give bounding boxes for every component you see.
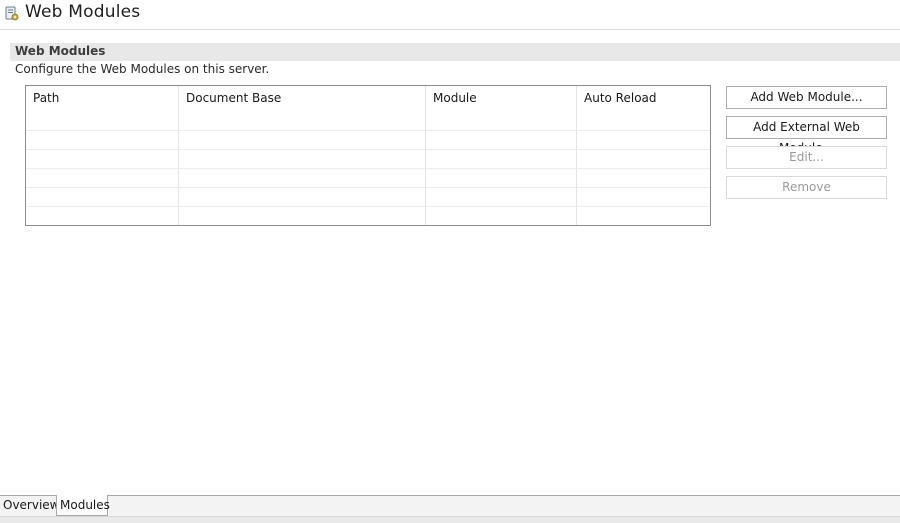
web-modules-editor: Web Modules Web Modules Configure the We…: [0, 0, 900, 523]
column-header-label: Document Base: [186, 91, 282, 105]
column-header-path[interactable]: Path: [26, 86, 179, 130]
table-row: [26, 206, 710, 225]
table-row: [26, 130, 710, 150]
page-title: Web Modules: [25, 2, 141, 22]
tab-modules[interactable]: Modules: [56, 495, 110, 516]
table-header: Path Document Base Module Auto Reload: [26, 86, 710, 130]
section-header: Web Modules: [10, 43, 900, 61]
column-header-label: Path: [33, 91, 60, 105]
section-title: Web Modules: [15, 44, 106, 58]
editor-header: Web Modules: [0, 0, 900, 30]
section-description: Configure the Web Modules on this server…: [15, 62, 270, 76]
editor-tab-bar: Overview Modules: [0, 495, 900, 523]
add-external-web-module-button[interactable]: Add External Web Module...: [726, 116, 887, 155]
column-header-label: Module: [433, 91, 477, 105]
column-header-module[interactable]: Module: [426, 86, 577, 130]
status-strip: [0, 516, 900, 523]
remove-button[interactable]: Remove: [726, 176, 887, 199]
table-row: [26, 168, 710, 188]
table-row: [26, 187, 710, 207]
tab-overview[interactable]: Overview: [0, 496, 60, 515]
column-header-label: Auto Reload: [584, 91, 657, 105]
table-row: [26, 149, 710, 169]
server-config-icon: [5, 6, 19, 21]
web-modules-table[interactable]: Path Document Base Module Auto Reload: [25, 85, 711, 226]
edit-button[interactable]: Edit...: [726, 146, 887, 169]
column-header-auto-reload[interactable]: Auto Reload: [577, 86, 710, 130]
add-web-module-button[interactable]: Add Web Module...: [726, 86, 887, 109]
column-header-document-base[interactable]: Document Base: [179, 86, 426, 130]
